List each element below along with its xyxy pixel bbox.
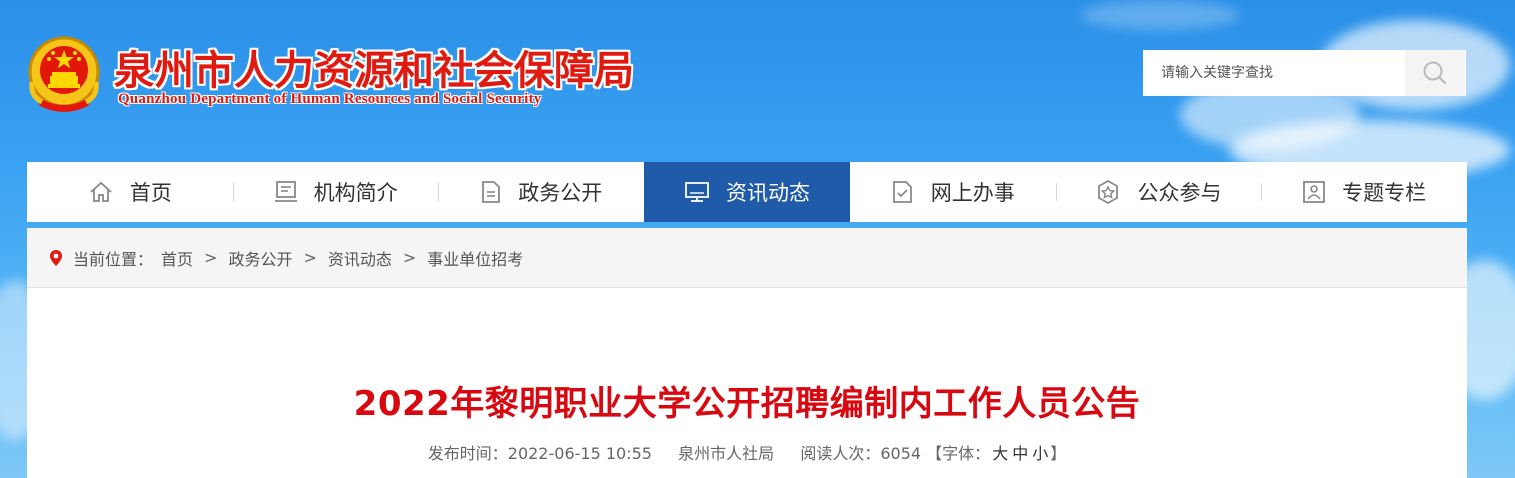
document-icon — [482, 181, 501, 203]
nav-item-label: 政务公开 — [518, 181, 603, 205]
main-nav: 首页 机构简介 政务公开 资讯动态 网上办事 公众参与 专题专栏 — [27, 162, 1467, 222]
views-label: 阅读人次： — [800, 444, 881, 463]
font-size-small-button[interactable]: 小 — [1032, 444, 1048, 463]
article-meta: 发布时间：2022-06-15 10:55 泉州市人社局 阅读人次：6054 【… — [27, 440, 1467, 464]
nav-item-participation[interactable]: 公众参与 — [1055, 162, 1262, 222]
breadcrumb-link-news[interactable]: 资讯动态 — [328, 246, 392, 270]
nav-item-label: 公众参与 — [1137, 181, 1222, 205]
breadcrumb-separator: > — [402, 248, 417, 267]
nav-item-home[interactable]: 首页 — [27, 162, 233, 222]
search-button[interactable] — [1405, 50, 1465, 96]
nav-item-label: 资讯动态 — [726, 181, 811, 205]
nav-item-label: 首页 — [129, 181, 172, 205]
site-title-cn[interactable]: 泉州市人力资源和社会保障局 — [114, 38, 634, 96]
nav-item-news[interactable]: 资讯动态 — [644, 162, 850, 222]
breadcrumb-prefix: 当前位置： — [73, 249, 154, 269]
breadcrumb-separator: > — [303, 248, 317, 267]
search-input[interactable] — [1143, 50, 1405, 96]
nav-item-gov-affairs[interactable]: 政务公开 — [438, 162, 644, 222]
nav-item-label: 网上办事 — [930, 181, 1015, 205]
breadcrumb: 当前位置： 首页 > 政务公开 > 资讯动态 > 事业单位招考 — [27, 228, 1467, 288]
article-source: 泉州市人社局 — [678, 444, 775, 463]
font-size-medium-button[interactable]: 中 — [1012, 444, 1028, 463]
monitor-icon — [685, 182, 709, 202]
font-size-close: 】 — [1050, 444, 1067, 463]
nav-item-topics[interactable]: 专题专栏 — [1261, 162, 1467, 222]
font-size-open: 【字体： — [926, 444, 991, 463]
topic-icon — [1303, 181, 1326, 203]
breadcrumb-link-gov-affairs[interactable]: 政务公开 — [228, 246, 292, 270]
site-title-en[interactable]: Quanzhou Department of Human Resources a… — [118, 91, 541, 108]
breadcrumb-link-exam[interactable]: 事业单位招考 — [427, 246, 523, 270]
views-count: 6054 — [880, 444, 922, 463]
breadcrumb-separator: > — [204, 248, 218, 267]
font-size-large-button[interactable]: 大 — [992, 444, 1008, 463]
search-box — [1143, 50, 1466, 96]
nav-item-online-service[interactable]: 网上办事 — [850, 162, 1056, 222]
publish-label: 发布时间： — [427, 444, 508, 463]
national-emblem-icon[interactable] — [26, 34, 102, 114]
location-pin-icon — [50, 249, 62, 266]
publish-time: 2022-06-15 10:55 — [507, 444, 652, 463]
article-title: 2022年黎明职业大学公开招聘编制内工作人员公告 — [353, 384, 1141, 424]
online-service-icon — [892, 181, 912, 203]
article-panel: 当前位置： 首页 > 政务公开 > 资讯动态 > 事业单位招考 2022年黎明职… — [27, 228, 1467, 478]
breadcrumb-link-home[interactable]: 首页 — [161, 246, 193, 270]
org-info-icon — [274, 181, 297, 202]
home-icon — [90, 181, 112, 202]
participation-icon — [1098, 179, 1119, 205]
search-icon — [1423, 61, 1447, 85]
nav-item-label: 专题专栏 — [1342, 181, 1427, 205]
nav-item-org[interactable]: 机构简介 — [232, 162, 439, 222]
nav-item-label: 机构简介 — [313, 181, 398, 205]
site-header: 泉州市人力资源和社会保障局 Quanzhou Department of Hum… — [0, 0, 1515, 160]
